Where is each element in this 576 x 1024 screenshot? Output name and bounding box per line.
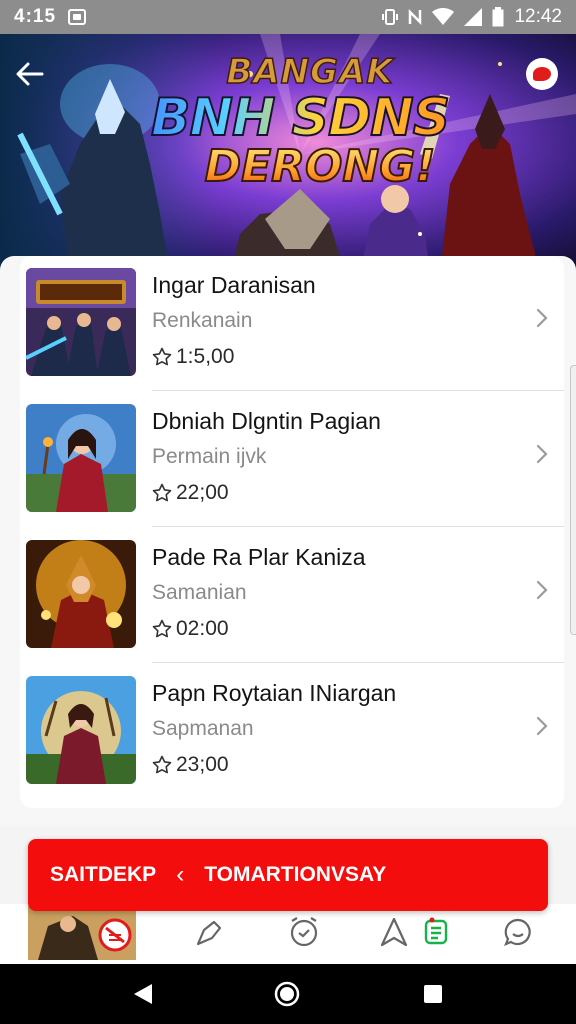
item-list: Ingar Daranisan Renkanain 1:5,00 Dbniah … — [20, 256, 564, 808]
chevron-right-icon — [536, 444, 548, 464]
wifi-icon — [432, 8, 455, 25]
nfc-icon — [409, 8, 422, 26]
nav-home-icon[interactable] — [274, 981, 300, 1007]
vibrate-icon — [382, 9, 399, 25]
promo-button[interactable]: SAITDEKP ‹ TOMARTIONVSAY — [28, 839, 548, 911]
item-price: 23;00 — [152, 753, 512, 777]
list-item[interactable]: Pade Ra Plar Kaniza Samanian 02:00 — [20, 528, 564, 664]
system-nav-bar — [0, 964, 576, 1024]
divider — [152, 526, 564, 527]
pin-icon — [196, 920, 222, 946]
notification-icon — [68, 9, 87, 25]
item-subtitle: Sapmanan — [152, 717, 254, 740]
star-outline-icon — [152, 347, 172, 366]
item-title: Papn Roytaian INiargan — [152, 680, 397, 706]
list-item[interactable]: Papn Roytaian INiargan Sapmanan 23;00 — [20, 664, 564, 800]
item-price: 1:5,00 — [152, 345, 512, 369]
list-item[interactable]: Ingar Daranisan Renkanain 1:5,00 — [20, 256, 564, 392]
item-price-value: 02:00 — [176, 617, 229, 640]
chevron-right-icon — [536, 716, 548, 736]
tab-list[interactable] — [418, 914, 454, 950]
tab-navigate[interactable] — [376, 914, 412, 950]
star-outline-icon — [152, 483, 172, 502]
tab-alarm[interactable] — [286, 914, 322, 950]
promo-left-label: SAITDEKP — [50, 863, 157, 886]
banner-title: BANGAK BNH SDNS DERONG! — [140, 51, 480, 191]
item-price-value: 23;00 — [176, 753, 229, 776]
tab-pin[interactable] — [190, 914, 226, 950]
screen: 4:15 12:42 BANGAK BNH SDNS DERONG! Ingar… — [0, 0, 576, 1024]
star-outline-icon — [152, 755, 172, 774]
item-title: Ingar Daranisan — [152, 272, 316, 298]
list-item[interactable]: Dbniah Dlgntin Pagian Permain ijvk 22;00 — [20, 392, 564, 528]
item-price-value: 1:5,00 — [176, 345, 235, 368]
banner-title-line-2: BNH SDNS — [120, 91, 480, 145]
bottom-tab-bar — [0, 904, 576, 964]
promo-separator: ‹ — [176, 861, 185, 888]
nav-back-icon[interactable] — [130, 981, 156, 1007]
chevron-right-icon — [536, 308, 548, 328]
item-subtitle: Samanian — [152, 581, 247, 604]
item-thumbnail — [26, 676, 136, 784]
star-outline-icon — [152, 619, 172, 638]
divider — [152, 390, 564, 391]
list-icon — [424, 917, 448, 945]
signal-icon — [464, 8, 483, 26]
item-price: 02:00 — [152, 617, 512, 641]
item-title: Pade Ra Plar Kaniza — [152, 544, 366, 570]
chat-bubble-icon — [533, 67, 551, 81]
banner-title-line-1: BANGAK — [226, 51, 394, 93]
back-button[interactable] — [12, 56, 48, 92]
item-thumbnail — [26, 268, 136, 376]
battery-icon — [492, 7, 504, 27]
item-title: Dbniah Dlgntin Pagian — [152, 408, 381, 434]
status-bar: 4:15 12:42 — [0, 0, 576, 34]
item-thumbnail — [26, 404, 136, 512]
chevron-right-icon — [536, 580, 548, 600]
item-list-card: Ingar Daranisan Renkanain 1:5,00 Dbniah … — [0, 256, 576, 826]
close-circle-icon — [98, 918, 132, 952]
alarm-icon — [290, 917, 318, 947]
promo-right-label: TOMARTIONVSAY — [204, 863, 387, 886]
arrow-left-icon — [16, 62, 44, 86]
status-time-right: 12:42 — [514, 6, 562, 27]
status-time-left: 4:15 — [14, 6, 57, 27]
item-price-value: 22;00 — [176, 481, 229, 504]
item-subtitle: Renkanain — [152, 309, 253, 332]
item-thumbnail — [26, 540, 136, 648]
tab-chat[interactable] — [500, 914, 536, 950]
item-price: 22;00 — [152, 481, 512, 505]
hero-banner: BANGAK BNH SDNS DERONG! — [0, 34, 576, 274]
tab-thumbnail[interactable] — [28, 906, 136, 960]
chat-icon — [504, 918, 531, 946]
item-subtitle: Permain ijvk — [152, 445, 267, 468]
scrollbar[interactable] — [570, 365, 576, 635]
banner-title-line-3: DERONG! — [160, 143, 480, 191]
navigate-icon — [380, 917, 408, 947]
divider — [152, 662, 564, 663]
chat-button[interactable] — [526, 58, 558, 90]
nav-recents-icon[interactable] — [420, 981, 446, 1007]
